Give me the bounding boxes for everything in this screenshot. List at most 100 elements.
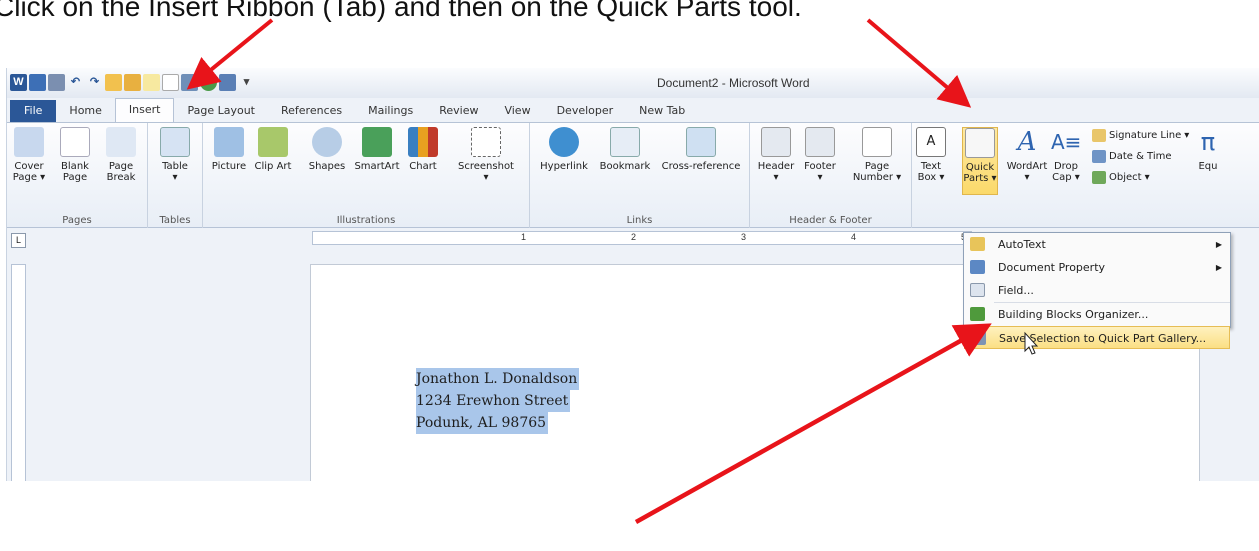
page-number-button[interactable]: Page Number ▾ [850, 127, 904, 183]
chart-icon [408, 127, 438, 157]
tab-selector-button[interactable]: L [11, 233, 26, 248]
user-icon[interactable] [200, 74, 217, 91]
tab-page-layout[interactable]: Page Layout [174, 100, 268, 122]
instruction-text: Click on the Insert Ribbon (Tab) and the… [0, 0, 802, 22]
quick-parts-menu: AutoText ▶ Document Property ▶ Field... Bu… [963, 232, 1231, 349]
menu-item-building-blocks-organizer[interactable]: Building Blocks Organizer... [964, 303, 1230, 326]
insert-picture-icon[interactable] [124, 74, 141, 91]
open-folder-icon[interactable] [105, 74, 122, 91]
equation-button[interactable]: π Equ [1188, 127, 1228, 172]
undo-icon[interactable]: ↶ [67, 74, 84, 91]
menu-item-document-property[interactable]: Document Property ▶ [964, 256, 1230, 279]
group-label-pages: Pages [62, 215, 92, 226]
picture-button[interactable]: Picture [209, 127, 249, 172]
tab-home[interactable]: Home [56, 100, 114, 122]
object-button[interactable]: Object ▾ [1092, 171, 1150, 184]
drop-cap-icon: A≡ [1051, 130, 1082, 154]
group-label-tables: Tables [159, 215, 191, 226]
cross-reference-button[interactable]: Cross-reference [656, 127, 746, 172]
print-preview-icon[interactable] [48, 74, 65, 91]
drop-cap-button[interactable]: A≡ Drop Cap ▾ [1048, 127, 1084, 183]
tab-mailings[interactable]: Mailings [355, 100, 426, 122]
blank-page-button[interactable]: Blank Page [55, 127, 95, 183]
tab-view[interactable]: View [491, 100, 543, 122]
tab-insert[interactable]: Insert [114, 98, 175, 122]
address-block[interactable]: Jonathon L. Donaldson 1234 Erewhon Stree… [416, 368, 580, 434]
title-bar: W ↶ ↷ ▾ Document2 - Microsoft Word [7, 68, 1259, 98]
bookmark-button[interactable]: Bookmark [596, 127, 654, 172]
cross-reference-icon [686, 127, 716, 157]
document-property-icon [970, 260, 985, 274]
bookmark-icon [610, 127, 640, 157]
signature-line-button[interactable]: Signature Line ▾ [1092, 129, 1189, 142]
field-icon [970, 283, 985, 297]
tab-references[interactable]: References [268, 100, 355, 122]
insert-ribbon: Cover Page ▾ Blank Page Page Break Pages… [7, 122, 1259, 228]
hyperlink-button[interactable]: Hyperlink [534, 127, 594, 172]
group-pages: Cover Page ▾ Blank Page Page Break Pages [7, 123, 148, 228]
blank-page-icon[interactable] [162, 74, 179, 91]
object-icon [1092, 171, 1106, 184]
date-time-button[interactable]: Date & Time [1092, 150, 1172, 163]
new-document-icon[interactable] [143, 74, 160, 91]
footer-icon [805, 127, 835, 157]
page-break-button[interactable]: Page Break [101, 127, 141, 183]
cover-page-button[interactable]: Cover Page ▾ [9, 127, 49, 183]
tab-review[interactable]: Review [426, 100, 491, 122]
cover-page-icon [14, 127, 44, 157]
menu-item-save-selection[interactable]: Save Selection to Quick Part Gallery... [964, 326, 1230, 349]
address-line[interactable]: Podunk, AL 98765 [416, 412, 549, 434]
footer-button[interactable]: Footer ▾ [800, 127, 840, 183]
signature-line-icon [1092, 129, 1106, 142]
chart-button[interactable]: Chart [403, 127, 443, 172]
vertical-ruler[interactable] [11, 264, 26, 481]
address-line[interactable]: 1234 Erewhon Street [416, 390, 571, 412]
blank-page-icon [60, 127, 90, 157]
quick-access-toolbar: W ↶ ↷ ▾ [10, 74, 255, 91]
customize-toolbar-icon[interactable]: ▾ [238, 74, 255, 91]
tab-new-tab[interactable]: New Tab [626, 100, 698, 122]
text-box-icon: A [916, 127, 946, 157]
table-icon [160, 127, 190, 157]
menu-item-autotext[interactable]: AutoText ▶ [964, 233, 1230, 256]
screenshot-button[interactable]: Screenshot ▾ [451, 127, 521, 183]
shapes-icon [312, 127, 342, 157]
page-break-icon [106, 127, 136, 157]
group-tables: Table ▾ Tables [148, 123, 203, 228]
header-icon [761, 127, 791, 157]
clip-art-icon [258, 127, 288, 157]
hyperlink-icon [549, 127, 579, 157]
autotext-icon [970, 237, 985, 251]
window-icon[interactable] [219, 74, 236, 91]
wordart-icon: A [1017, 127, 1037, 157]
group-illustrations: Picture Clip Art Shapes SmartArt Chart S… [203, 123, 530, 228]
tab-file[interactable]: File [10, 100, 57, 122]
header-button[interactable]: Header ▾ [756, 127, 796, 183]
submenu-arrow-icon: ▶ [1215, 263, 1222, 272]
text-box-button[interactable]: A Text Box ▾ [912, 127, 950, 183]
quick-parts-icon [965, 128, 995, 158]
equation-icon: π [1200, 128, 1216, 156]
group-label-illustrations: Illustrations [336, 215, 396, 226]
menu-item-field[interactable]: Field... [964, 279, 1230, 302]
group-links: Hyperlink Bookmark Cross-reference Links [530, 123, 750, 228]
save-selection-icon [971, 331, 986, 345]
image-icon[interactable] [181, 74, 198, 91]
redo-icon[interactable]: ↷ [86, 74, 103, 91]
screenshot-icon [471, 127, 501, 157]
table-button[interactable]: Table ▾ [155, 127, 195, 183]
building-blocks-icon [970, 307, 985, 321]
wordart-button[interactable]: A WordArt ▾ [1006, 127, 1048, 183]
clip-art-button[interactable]: Clip Art [253, 127, 293, 172]
word-window: W ↶ ↷ ▾ Document2 - Microsoft Word File … [6, 68, 1259, 481]
shapes-button[interactable]: Shapes [307, 127, 347, 172]
quick-parts-button[interactable]: Quick Parts ▾ [962, 127, 998, 195]
save-icon[interactable] [29, 74, 46, 91]
tab-developer[interactable]: Developer [544, 100, 627, 122]
address-line[interactable]: Jonathon L. Donaldson [416, 368, 580, 390]
window-title: Document2 - Microsoft Word [657, 76, 810, 90]
group-text: A Text Box ▾ Quick Parts ▾ A WordArt ▾ A≡ Dr… [912, 123, 1232, 228]
ribbon-tabs: File Home Insert Page Layout References … [7, 98, 698, 122]
horizontal-ruler[interactable]: 1 2 3 4 5 [312, 231, 972, 245]
smartart-button[interactable]: SmartArt [353, 127, 401, 172]
